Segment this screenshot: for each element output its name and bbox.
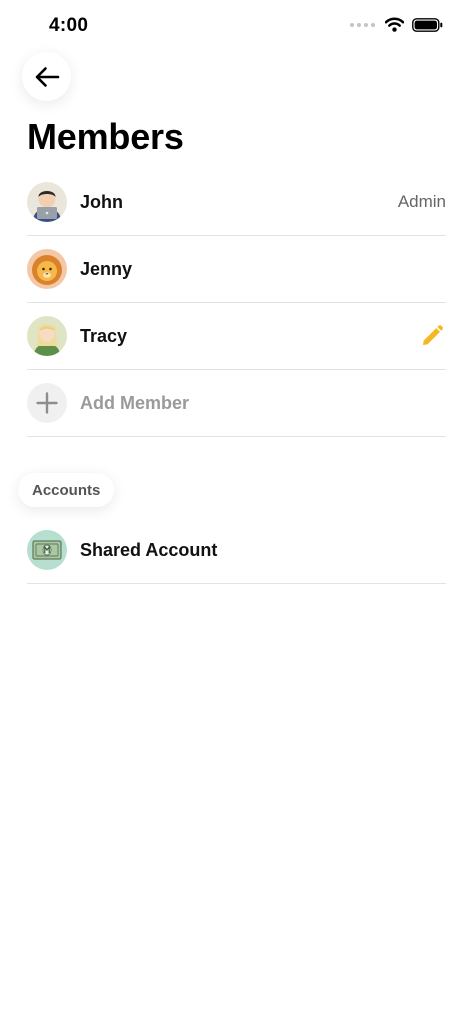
status-time: 4:00 <box>49 15 89 36</box>
accounts-section-label: Accounts <box>18 473 115 507</box>
member-name: John <box>80 191 123 212</box>
add-member-button[interactable]: Add Member <box>27 370 446 437</box>
wifi-icon <box>385 17 404 32</box>
avatar-man-technologist <box>27 182 67 222</box>
status-bar: 4:00 <box>0 0 473 54</box>
cellular-signal-icon <box>350 22 375 27</box>
avatar-lion <box>27 249 67 289</box>
account-row-shared[interactable]: Shared Account <box>27 517 446 584</box>
account-name: Shared Account <box>80 539 218 560</box>
member-row-jenny[interactable]: Jenny <box>27 236 446 303</box>
member-name: Jenny <box>80 258 133 279</box>
plus-icon <box>36 392 58 414</box>
member-role-badge: Admin <box>397 192 446 211</box>
member-row-john[interactable]: John Admin <box>27 169 446 236</box>
pencil-edit-icon[interactable] <box>420 324 444 348</box>
page-title: Members <box>27 116 184 157</box>
back-button[interactable] <box>22 52 71 101</box>
money-bill-icon <box>27 530 67 570</box>
add-member-avatar <box>27 383 67 423</box>
avatar-elf <box>27 316 67 356</box>
status-icons <box>350 17 443 32</box>
arrow-left-icon <box>35 66 59 87</box>
members-list: John Admin Jenny Tracy Add Member <box>27 169 446 437</box>
battery-icon <box>412 17 443 32</box>
add-member-label: Add Member <box>80 392 190 413</box>
member-name: Tracy <box>80 325 128 346</box>
accounts-list: Shared Account <box>27 517 446 584</box>
member-row-tracy[interactable]: Tracy <box>27 303 446 370</box>
